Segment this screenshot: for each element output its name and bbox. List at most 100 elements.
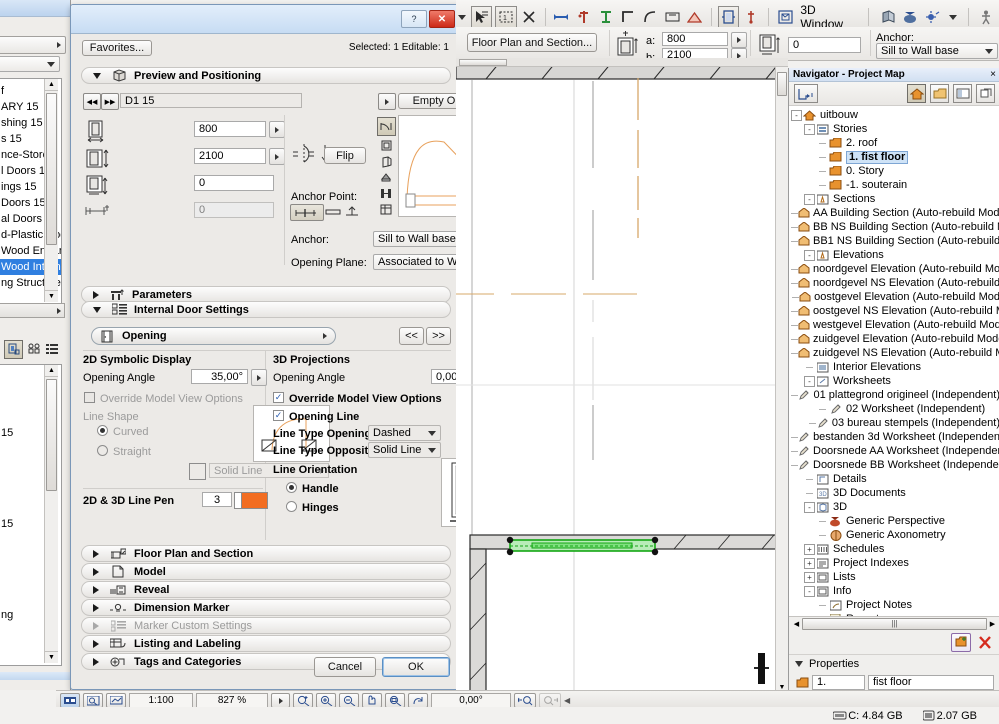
collapse-toggle-icon[interactable]: - (804, 124, 815, 135)
preview-3d-icon[interactable] (379, 155, 393, 168)
section-internal-door-settings[interactable]: Internal Door Settings (81, 301, 451, 318)
close-icon[interactable]: × (990, 69, 996, 80)
tree-item[interactable]: 02 Worksheet (Independent) (791, 402, 999, 416)
tree-item[interactable]: -Elevations (791, 248, 999, 262)
expand-toggle-icon[interactable]: + (804, 544, 815, 555)
list-view-icon[interactable] (46, 343, 59, 355)
override-mvo-2d-checkbox[interactable] (84, 392, 95, 403)
view-map-icon[interactable] (930, 84, 949, 103)
preview-elevation-icon[interactable] (379, 139, 393, 152)
close-button[interactable]: ✕ (429, 10, 455, 28)
scroll-up-arrow[interactable]: ▲ (45, 365, 58, 377)
statusbar-overflow-icon[interactable]: ◀ (564, 696, 570, 705)
quickview-icon[interactable] (60, 693, 80, 708)
canvas-vscrollbar[interactable]: ▲ ▼ (775, 60, 788, 693)
left-palette-hscroll[interactable] (0, 303, 65, 318)
anchor-point-option-2[interactable] (324, 204, 342, 219)
tree-item[interactable]: zuidgevel NS Elevation (Auto-rebuild M (791, 346, 999, 360)
sill-field[interactable]: 0 (788, 37, 861, 53)
tree-item[interactable]: BB1 NS Building Section (Auto-rebuild M (791, 234, 999, 248)
layout-book-icon[interactable] (953, 84, 972, 103)
corner-tool-icon[interactable] (619, 7, 638, 27)
scroll-left-arrow[interactable]: ◀ (791, 620, 802, 628)
left-palette-combo[interactable] (0, 56, 60, 72)
orient-view-icon[interactable] (408, 693, 428, 708)
dialog-section-floor-plan-and-section[interactable]: Floor Plan and Section (81, 545, 451, 562)
preview-section-icon[interactable] (379, 187, 393, 200)
collapse-toggle-icon[interactable]: - (804, 194, 815, 205)
width-a-spinner[interactable] (731, 32, 747, 48)
width-spinner[interactable] (269, 121, 285, 138)
tree-item[interactable]: zuidgevel Elevation (Auto-rebuild Mode (791, 332, 999, 346)
line-type-opposite-combo[interactable]: Solid Line (368, 442, 441, 458)
handle-radio[interactable] (286, 482, 297, 493)
tree-item[interactable]: -Stories (791, 122, 999, 136)
close-x-icon[interactable] (520, 7, 539, 27)
dialog-section-model[interactable]: Model (81, 563, 451, 580)
scroll-down-arrow[interactable]: ▼ (45, 651, 58, 663)
zoom-fit-icon[interactable] (293, 693, 313, 708)
preview-list-icon[interactable] (379, 203, 393, 216)
publisher-sets-icon[interactable] (976, 84, 995, 103)
tree-item[interactable]: 0. Story (791, 164, 999, 178)
window-tool-icon[interactable] (742, 7, 761, 27)
previous-object-button[interactable]: ◀◀ (83, 93, 101, 110)
tree-item[interactable]: 03 bureau stempels (Independent) (791, 416, 999, 430)
ok-button[interactable]: OK (382, 657, 450, 677)
anchor-point-option-3[interactable] (343, 204, 361, 219)
story-number-field[interactable]: 1. (812, 675, 865, 690)
tree-item[interactable]: oostgevel NS Elevation (Auto-rebuild M (791, 304, 999, 318)
tree-item[interactable]: 1. fist floor (791, 150, 999, 164)
curved-radio[interactable] (97, 425, 108, 436)
dialog-titlebar[interactable]: ? ✕ (71, 5, 461, 34)
tree-item[interactable]: Generic Axonometry (791, 528, 999, 542)
sill-height-field[interactable]: 0 (194, 175, 274, 191)
scroll-thumb[interactable] (46, 93, 57, 245)
tree-item[interactable]: Generic Perspective (791, 514, 999, 528)
navigator-tree[interactable]: -uitbouw-Stories2. roof1. fist floor0. S… (789, 106, 999, 616)
tree-item[interactable]: Interior Elevations (791, 360, 999, 374)
width-field[interactable]: 800 (194, 121, 266, 137)
roof-tool-icon[interactable] (685, 7, 704, 27)
tree-item[interactable]: +Project Indexes (791, 556, 999, 570)
line-type-opening-combo[interactable]: Dashed (368, 425, 441, 441)
favorites-button[interactable]: Favorites... (82, 40, 152, 56)
tree-item[interactable]: -Worksheets (791, 374, 999, 388)
navigator-hscrollbar[interactable]: ◀ ||| ▶ (789, 616, 999, 630)
opening-angle-2d-spinner[interactable] (251, 369, 267, 386)
story-name-field[interactable]: fist floor (868, 675, 994, 690)
tree-item[interactable]: -3D (791, 500, 999, 514)
door-tool-icon[interactable] (718, 6, 739, 28)
scroll-thumb[interactable] (777, 72, 787, 96)
scroll-thumb[interactable] (46, 379, 57, 491)
zoom-field[interactable]: 827 % (196, 693, 268, 708)
tree-item[interactable]: BB NS Building Section (Auto-rebuild Mo (791, 220, 999, 234)
marquee-icon[interactable]: 1 (495, 6, 516, 28)
perspective-view-icon[interactable] (901, 7, 920, 27)
collapse-toggle-icon[interactable]: - (804, 502, 815, 513)
next-object-button[interactable]: ▶▶ (101, 93, 119, 110)
arc-tool-icon[interactable] (641, 7, 660, 27)
tree-item[interactable]: +Lists (791, 570, 999, 584)
scroll-down-arrow[interactable]: ▼ (45, 290, 58, 302)
delete-story-button[interactable] (976, 634, 994, 651)
zoom-out-icon[interactable] (339, 693, 359, 708)
tree-item[interactable]: +Schedules (791, 542, 999, 556)
opening-line-checkbox[interactable]: ✓ (273, 410, 284, 421)
scroll-thumb[interactable] (459, 59, 507, 66)
zoom-region-icon[interactable] (83, 693, 103, 708)
pan-hand-icon[interactable] (362, 693, 382, 708)
tree-item[interactable]: noordgevel NS Elevation (Auto-rebuild (791, 276, 999, 290)
flip-button[interactable]: Flip (324, 147, 366, 164)
dialog-section-listing-and-labeling[interactable]: Listing and Labeling (81, 635, 451, 652)
properties-header[interactable]: Properties (789, 655, 999, 672)
straight-radio[interactable] (97, 445, 108, 456)
beam-tool-icon[interactable] (596, 7, 615, 27)
preview-2d-symbol-icon[interactable] (377, 117, 396, 136)
tree-item[interactable]: 3D3D Documents (791, 486, 999, 500)
preview-render-icon[interactable] (379, 171, 393, 184)
cancel-button[interactable]: Cancel (314, 657, 376, 677)
dialog-section-dimension-marker[interactable]: Dimension Marker (81, 599, 451, 616)
toolbar-overflow-icon[interactable] (458, 15, 466, 20)
drawing-canvas[interactable]: ▲ ▼ ◀ ▶ (456, 60, 788, 705)
